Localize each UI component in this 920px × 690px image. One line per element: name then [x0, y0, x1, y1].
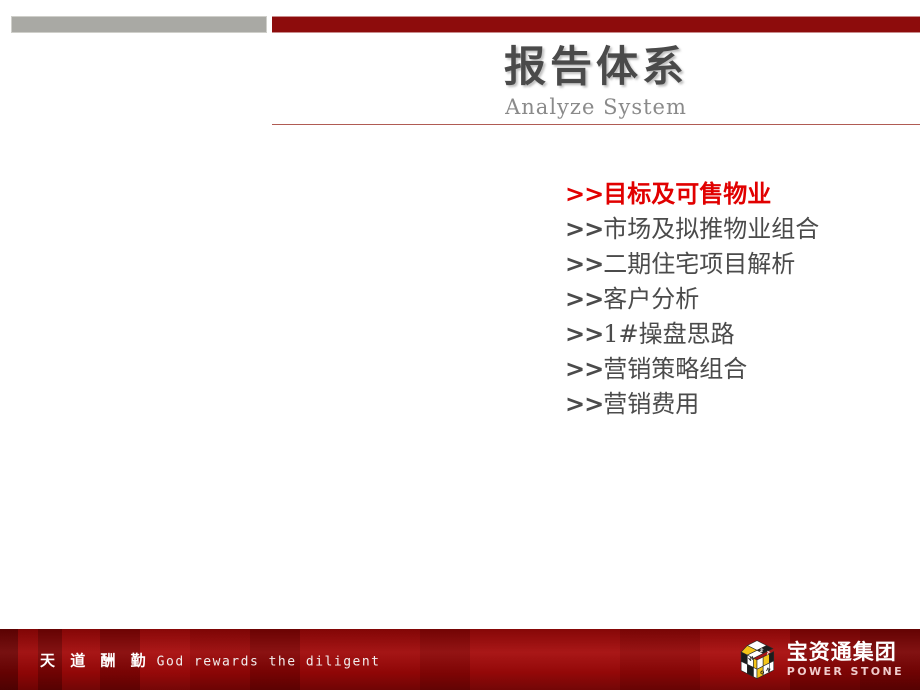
agenda-marker-icon: >> [565, 285, 604, 313]
header-accent-bar-gray [11, 16, 267, 33]
agenda-marker-icon: >> [565, 215, 604, 243]
logo-text: 宝资通集团 POWER STONE [786, 640, 904, 678]
rubiks-cube-icon: W E O N S T [740, 639, 774, 679]
agenda-marker-icon: >> [565, 390, 604, 418]
agenda-item-label: 客户分析 [603, 285, 700, 313]
agenda-marker-icon: >> [565, 320, 604, 348]
agenda-item-label: 目标及可售物业 [603, 179, 772, 208]
logo-name-cn: 宝资通集团 [786, 640, 897, 664]
title-block: 报告体系 Analyze System [272, 42, 920, 120]
agenda-item-1[interactable]: >>市场及拟推物业组合 [565, 212, 905, 247]
title-divider-rule [272, 124, 920, 125]
agenda-marker-icon: >> [565, 180, 604, 208]
agenda-marker-icon: >> [565, 250, 604, 278]
presentation-slide: 报告体系 Analyze System >>目标及可售物业 >>市场及拟推物业组… [0, 0, 920, 690]
agenda-item-0[interactable]: >>目标及可售物业 [565, 176, 905, 212]
agenda-item-label: 营销策略组合 [603, 355, 748, 383]
agenda-item-2[interactable]: >>二期住宅项目解析 [565, 247, 905, 282]
logo-name-en: POWER STONE [786, 665, 904, 678]
footer-motto-en: God rewards the diligent [156, 654, 381, 669]
agenda-item-5[interactable]: >>营销策略组合 [565, 352, 905, 387]
agenda-item-label: 市场及拟推物业组合 [603, 215, 820, 243]
slide-footer: 天 道 酬 勤 God rewards the diligent W E O N… [0, 629, 920, 690]
page-subtitle: Analyze System [505, 95, 687, 119]
footer-motto-cn: 天 道 酬 勤 [40, 651, 151, 669]
company-logo: W E O N S T 宝资通集团 POWER STONE [735, 638, 904, 682]
agenda-marker-icon: >> [565, 355, 604, 383]
header-accent-bar-red [272, 16, 920, 33]
agenda-list: >>目标及可售物业 >>市场及拟推物业组合 >>二期住宅项目解析 >>客户分析 … [565, 176, 905, 422]
agenda-item-label: 二期住宅项目解析 [603, 250, 796, 278]
agenda-item-6[interactable]: >>营销费用 [565, 387, 905, 422]
page-title: 报告体系 [503, 42, 688, 91]
agenda-item-3[interactable]: >>客户分析 [565, 282, 905, 317]
agenda-item-label: 营销费用 [603, 390, 700, 418]
agenda-item-label: 1#操盘思路 [603, 320, 735, 348]
footer-motto: 天 道 酬 勤 God rewards the diligent [40, 649, 381, 670]
agenda-item-4[interactable]: >>1#操盘思路 [565, 317, 905, 352]
